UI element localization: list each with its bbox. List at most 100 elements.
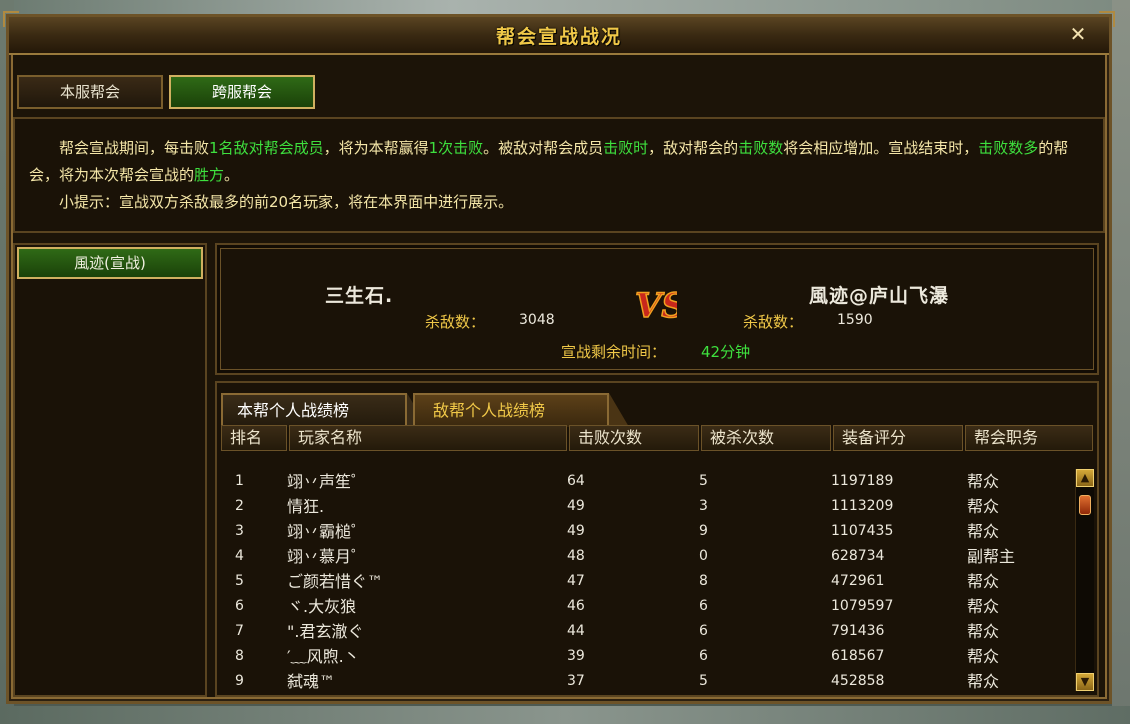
guild-role-cell: 帮众 [967, 472, 1000, 491]
guild-role-cell: 帮众 [967, 647, 1000, 666]
rules-segment: 击败时 [603, 139, 649, 157]
scroll-down-icon[interactable]: ▼ [1076, 673, 1094, 691]
rank-cell: 8 [235, 648, 244, 664]
guild-role-cell: 帮众 [967, 672, 1000, 691]
vs-logo-icon: VS [634, 285, 677, 327]
title-bar: 帮会宣战战况 ✕ [9, 17, 1109, 55]
header-rank[interactable]: 排名 [221, 425, 287, 451]
kills-cell: 46 [567, 598, 585, 614]
rules-segment: ，将为本帮赢得 [323, 139, 429, 157]
rules-segment: 。被敌对帮会成员 [483, 139, 604, 157]
player-name-cell: ヾ.大灰狼 [287, 597, 357, 616]
table-row[interactable]: 2 情狂. 49 3 1113209 帮众 [221, 494, 1073, 519]
kills-cell: 39 [567, 648, 585, 664]
tab-enemy-ranking[interactable]: 敌帮个人战绩榜 [413, 393, 629, 427]
rank-cell: 4 [235, 548, 244, 564]
kills-cell: 49 [567, 498, 585, 514]
battle-summary: 三生石. 風迹@庐山飞瀑 杀敌数： 3048 杀敌数： 1590 VS 宣战剩余… [215, 243, 1099, 375]
table-header: 排名 玩家名称 击败次数 被杀次数 装备评分 帮会职务 [221, 425, 1093, 453]
player-name-cell: 弑魂™ [287, 672, 336, 691]
rules-segment: 帮会宣战期间，每击败 [59, 139, 210, 157]
ranking-panel: 本帮个人战绩榜 敌帮个人战绩榜 排名 玩家名称 击败次数 被杀次数 装备评分 帮… [215, 381, 1099, 697]
guild-war-window: 帮会宣战战况 ✕ 本服帮会 跨服帮会 帮会宣战期间，每击败1名敌对帮会成员，将为… [3, 11, 1115, 704]
remaining-time-value: 42分钟 [701, 343, 751, 361]
table-row[interactable]: 4 翊丷慕月゜ 48 0 628734 副帮主 [221, 544, 1073, 569]
header-player-name[interactable]: 玩家名称 [289, 425, 567, 451]
remaining-time-label: 宣战剩余时间： [561, 343, 667, 361]
guild-item-fengji[interactable]: 風迹(宣战) [17, 247, 203, 279]
guild-role-cell: 帮众 [967, 597, 1000, 616]
table-row[interactable]: 7 ".君玄澈ぐ 44 6 791436 帮众 [221, 619, 1073, 644]
rules-segment: 击败数 [738, 139, 784, 157]
rules-segment: 胜方 [194, 166, 225, 184]
header-gear-score[interactable]: 装备评分 [833, 425, 963, 451]
deaths-cell: 0 [699, 548, 708, 564]
player-name-cell: 翊丷声笙゜ [287, 472, 368, 491]
header-deaths[interactable]: 被杀次数 [701, 425, 831, 451]
rules-segment: 敌对帮会成员 [233, 139, 324, 157]
scroll-up-icon[interactable]: ▲ [1076, 469, 1094, 487]
deaths-cell: 3 [699, 498, 708, 514]
tab-own-ranking[interactable]: 本帮个人战绩榜 [221, 393, 427, 427]
player-name-cell: 翊丷慕月゜ [287, 547, 368, 566]
ranking-scrollbar[interactable]: ▲ ▼ [1075, 469, 1094, 691]
rules-segment: 击败数多 [978, 139, 1039, 157]
ranking-list: 1 翊丷声笙゜ 64 5 1197189 帮众 2 情狂. 49 3 1113209 帮众 3 翊丷霸槌゜… [221, 469, 1073, 691]
tab-local-server[interactable]: 本服帮会 [17, 75, 163, 109]
deaths-cell: 8 [699, 573, 708, 589]
player-name-cell: 翊丷霸槌゜ [287, 522, 368, 541]
table-row[interactable]: 6 ヾ.大灰狼 46 6 1079597 帮众 [221, 594, 1073, 619]
background-scenery-right [1112, 0, 1130, 724]
deaths-cell: 6 [699, 598, 708, 614]
rank-cell: 9 [235, 673, 244, 689]
rules-segment: 。 [224, 166, 240, 184]
gear-score-cell: 628734 [831, 548, 885, 564]
table-row[interactable]: 5 ご颜若惜ぐ™ 47 8 472961 帮众 [221, 569, 1073, 594]
table-row[interactable]: 1 翊丷声笙゜ 64 5 1197189 帮众 [221, 469, 1073, 494]
deaths-cell: 6 [699, 623, 708, 639]
rules-description: 帮会宣战期间，每击败1名敌对帮会成员，将为本帮赢得1次击败。被敌对帮会成员击败时… [13, 117, 1105, 233]
header-guild-role[interactable]: 帮会职务 [965, 425, 1093, 451]
header-kills[interactable]: 击败次数 [569, 425, 699, 451]
tip-text: 小提示：宣战双方杀敌最多的前20名玩家，将在本界面中进行展示。 [59, 193, 514, 211]
deaths-cell: 9 [699, 523, 708, 539]
deaths-cell: 5 [699, 673, 708, 689]
rules-segment: 1次击败 [428, 139, 484, 157]
kills-cell: 48 [567, 548, 585, 564]
deaths-cell: 5 [699, 473, 708, 489]
player-name-cell: 情狂. [287, 497, 325, 516]
scroll-thumb[interactable] [1079, 495, 1091, 515]
guild-role-cell: 帮众 [967, 572, 1000, 591]
rank-cell: 1 [235, 473, 244, 489]
gear-score-cell: 1197189 [831, 473, 894, 489]
enemy-guild-name: 風迹@庐山飞瀑 [809, 285, 950, 307]
own-kill-label: 杀敌数： [425, 313, 486, 331]
tab-cross-server[interactable]: 跨服帮会 [169, 75, 315, 109]
vs-text: VS [635, 286, 677, 326]
window-title: 帮会宣战战况 [495, 26, 622, 48]
gear-score-cell: 791436 [831, 623, 885, 639]
kills-cell: 49 [567, 523, 585, 539]
rules-segment: ，敌对帮会的 [648, 139, 739, 157]
deaths-cell: 6 [699, 648, 708, 664]
rules-text: 帮会宣战期间，每击败1名敌对帮会成员，将为本帮赢得1次击败。被敌对帮会成员击败时… [29, 135, 1091, 189]
gear-score-cell: 618567 [831, 648, 885, 664]
kills-cell: 44 [567, 623, 585, 639]
player-name-cell: ".君玄澈ぐ [287, 622, 364, 641]
kills-cell: 47 [567, 573, 585, 589]
rank-cell: 7 [235, 623, 244, 639]
kills-cell: 37 [567, 673, 585, 689]
gear-score-cell: 1107435 [831, 523, 894, 539]
table-row[interactable]: 8 ′﹏风煦.丶 39 6 618567 帮众 [221, 644, 1073, 669]
guild-role-cell: 帮众 [967, 622, 1000, 641]
rank-cell: 5 [235, 573, 244, 589]
background-scenery-bottom [0, 706, 1130, 724]
rank-cell: 6 [235, 598, 244, 614]
gear-score-cell: 472961 [831, 573, 885, 589]
close-icon[interactable]: ✕ [1067, 23, 1089, 45]
table-row[interactable]: 3 翊丷霸槌゜ 49 9 1107435 帮众 [221, 519, 1073, 544]
table-row[interactable]: 9 弑魂™ 37 5 452858 帮众 [221, 669, 1073, 691]
player-name-cell: ご颜若惜ぐ™ [287, 572, 384, 591]
gear-score-cell: 452858 [831, 673, 885, 689]
guild-list-panel: 風迹(宣战) [13, 243, 207, 697]
